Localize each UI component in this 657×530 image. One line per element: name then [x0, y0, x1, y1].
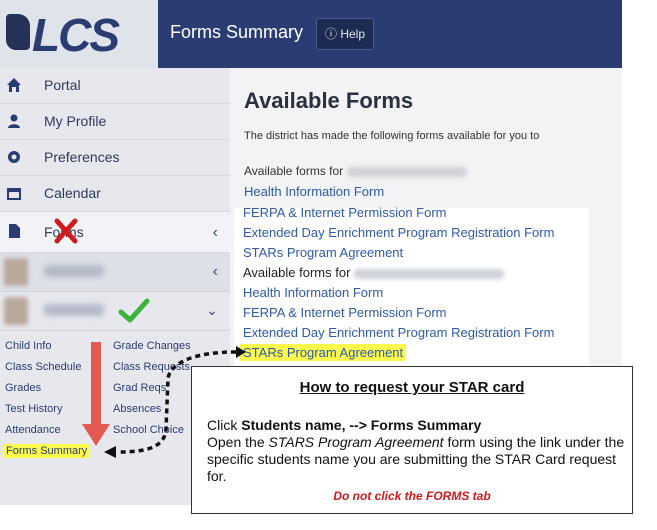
warning-text: Do not click the FORMS tab	[333, 489, 491, 503]
callout-line2-prefix: Open the	[207, 434, 269, 450]
callout-body: Click Students name, --> Forms Summary O…	[207, 417, 627, 485]
callout-line1-prefix: Click	[207, 417, 242, 433]
dotted-arrow-head-left	[104, 446, 116, 458]
callout-line1-bold: Students name, --> Forms Summary	[241, 417, 482, 433]
red-arrow-shaft	[91, 342, 101, 426]
instruction-callout: How to request your STAR card Click Stud…	[191, 366, 633, 514]
dotted-arrow-head-right	[236, 346, 246, 358]
callout-title: How to request your STAR card	[299, 379, 525, 396]
callout-line2-italic: STARS Program Agreement	[268, 434, 444, 450]
red-arrow-head	[82, 424, 110, 446]
